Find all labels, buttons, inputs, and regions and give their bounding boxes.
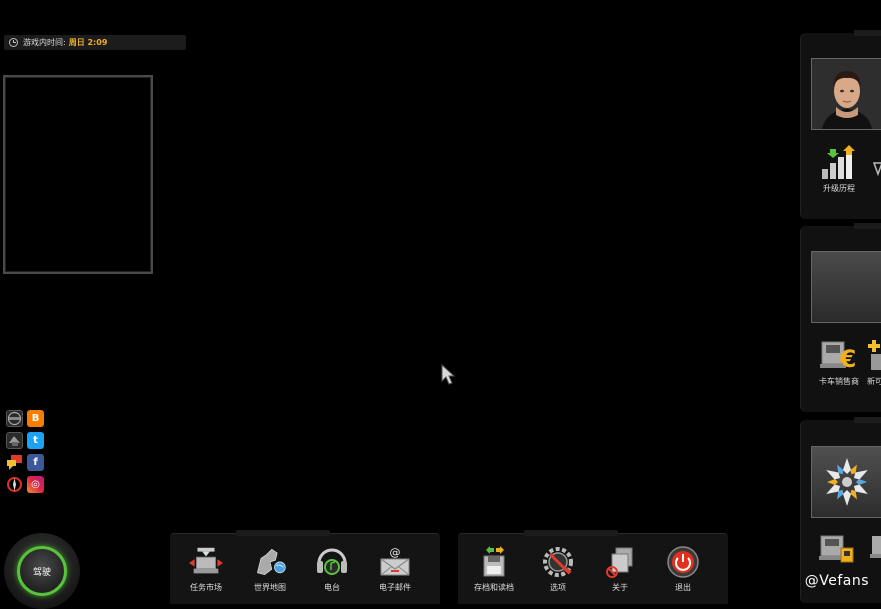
plus-icon bbox=[868, 340, 881, 370]
freight-market-icon bbox=[188, 544, 224, 580]
exit-button[interactable]: 退出 bbox=[655, 544, 711, 600]
forum-icon[interactable] bbox=[6, 432, 23, 449]
about-button[interactable]: 关于 bbox=[592, 544, 648, 600]
freight-market-button[interactable]: 任务市场 bbox=[178, 544, 234, 600]
twitter-icon[interactable]: t bbox=[27, 432, 44, 449]
chat-icon[interactable] bbox=[6, 454, 23, 471]
save-load-button[interactable]: 存档和读档 bbox=[466, 544, 522, 600]
empty-info-panel bbox=[3, 75, 153, 274]
save-load-icon bbox=[476, 544, 512, 580]
radio-label: 电台 bbox=[324, 583, 340, 592]
svg-text:€: € bbox=[839, 345, 857, 373]
about-icon bbox=[602, 544, 638, 580]
truck-dealer-icon: € bbox=[820, 341, 857, 373]
exit-icon bbox=[665, 544, 701, 580]
blogger-icon[interactable]: B bbox=[27, 410, 44, 427]
recruit-label: 新可 bbox=[867, 377, 881, 386]
email-button[interactable]: @ 电子邮件 bbox=[367, 544, 423, 600]
world-map-label: 世界地图 bbox=[254, 583, 286, 592]
mouse-cursor-icon bbox=[441, 364, 455, 385]
company-panel: € 卡车销售商 新可 bbox=[800, 223, 881, 412]
drive-button[interactable]: 驾驶 bbox=[17, 546, 67, 596]
game-logo-icon[interactable] bbox=[6, 410, 23, 427]
bottom-menu-right: 存档和读档 选项 关于 退出 bbox=[458, 530, 728, 604]
recruit-item[interactable]: 新可 bbox=[867, 338, 881, 387]
watermark-text: @Vefans bbox=[804, 573, 869, 589]
freight-market-label: 任务市场 bbox=[190, 583, 222, 592]
partial-item-icon[interactable] bbox=[869, 532, 881, 566]
truck-dealer-button[interactable]: € 卡车销售商 bbox=[815, 336, 863, 387]
options-label: 选项 bbox=[550, 583, 566, 592]
upgrade-history-icon bbox=[822, 145, 855, 179]
facebook-icon[interactable]: f bbox=[27, 454, 44, 471]
snowflake-emblem-icon bbox=[826, 458, 868, 506]
about-label: 关于 bbox=[612, 583, 628, 592]
compass-icon[interactable] bbox=[6, 476, 23, 493]
radio-button[interactable]: 电台 bbox=[304, 544, 360, 600]
driver-portrait-icon bbox=[812, 59, 881, 129]
game-time-value: 周日 2:09 bbox=[68, 38, 108, 47]
world-map-button[interactable]: 世界地图 bbox=[242, 544, 298, 600]
game-time-bar: 游戏内时间: 周日 2:09 bbox=[4, 35, 186, 50]
email-icon: @ bbox=[377, 544, 413, 580]
options-button[interactable]: 选项 bbox=[530, 544, 586, 600]
radio-icon bbox=[314, 544, 350, 580]
email-label: 电子邮件 bbox=[379, 583, 411, 592]
company-logo-tile[interactable] bbox=[811, 251, 881, 323]
drive-button-label: 驾驶 bbox=[32, 567, 51, 578]
services-tile[interactable] bbox=[811, 446, 881, 518]
skills-button[interactable]: 升级历程 bbox=[815, 143, 863, 194]
bottom-menu-left: 任务市场 世界地图 电台 @ 电子邮件 bbox=[170, 530, 440, 604]
garage-truck-icon bbox=[819, 535, 854, 563]
clock-icon bbox=[9, 38, 18, 47]
profile-panel: 升级历程 bbox=[800, 30, 881, 219]
instagram-icon[interactable]: ◎ bbox=[27, 476, 44, 493]
skills-label: 升级历程 bbox=[823, 184, 855, 193]
dropdown-arrow-icon[interactable] bbox=[872, 161, 881, 180]
options-icon bbox=[540, 544, 576, 580]
garage-button[interactable] bbox=[817, 530, 857, 574]
exit-label: 退出 bbox=[675, 583, 691, 592]
game-time-label: 游戏内时间: bbox=[23, 38, 66, 47]
svg-text:@: @ bbox=[390, 546, 401, 559]
profile-avatar[interactable] bbox=[811, 58, 881, 130]
truck-dealer-label: 卡车销售商 bbox=[819, 377, 859, 386]
world-map-icon bbox=[252, 544, 288, 580]
save-load-label: 存档和读档 bbox=[474, 583, 514, 592]
